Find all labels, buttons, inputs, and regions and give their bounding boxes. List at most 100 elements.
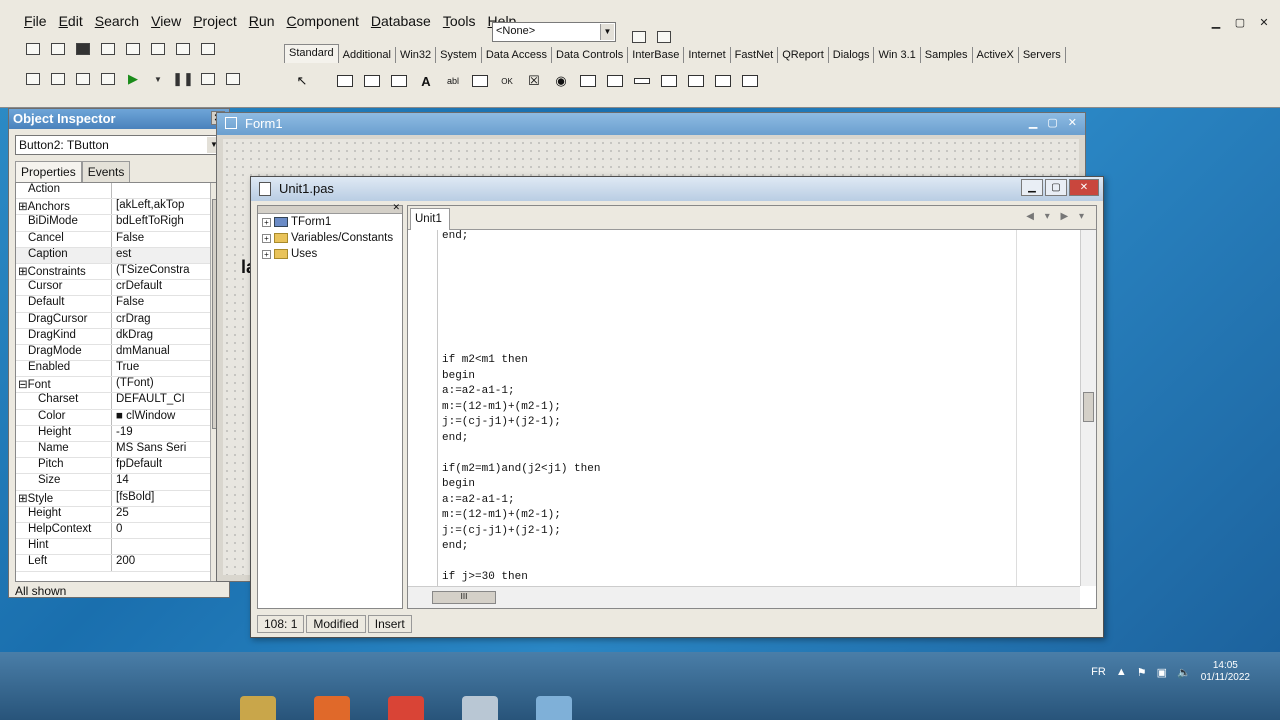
show-hidden-icons-icon[interactable]: ▲ [1116, 666, 1127, 678]
palette-tab-win31[interactable]: Win 3.1 [874, 47, 921, 63]
close-button[interactable]: ✕ [1069, 179, 1099, 196]
palette-tab-data-access[interactable]: Data Access [482, 47, 552, 63]
tab-properties[interactable]: Properties [15, 161, 82, 182]
property-value[interactable]: dkDrag [112, 329, 190, 344]
close-button[interactable]: ✕ [1068, 116, 1077, 129]
view-form-icon[interactable] [47, 68, 69, 90]
checkbox-icon[interactable]: ☒ [522, 70, 546, 92]
property-value[interactable]: (TFont) [112, 377, 190, 392]
code-line[interactable] [442, 292, 1078, 308]
view-unit-icon[interactable] [22, 68, 44, 90]
code-line[interactable]: end; [442, 230, 1078, 246]
property-value[interactable]: False [112, 296, 190, 311]
chevron-down-icon[interactable]: ▼ [600, 24, 614, 40]
property-row[interactable]: Color ■ clWindow [16, 409, 222, 426]
code-line[interactable] [442, 339, 1078, 355]
property-row[interactable]: Cancel False [16, 231, 222, 248]
pause-icon[interactable]: ❚❚ [172, 68, 194, 90]
close-icon[interactable]: ✕ [392, 202, 400, 213]
run-icon[interactable]: ▶ [122, 68, 144, 90]
code-line[interactable] [442, 277, 1078, 293]
step-over-icon[interactable] [222, 68, 244, 90]
code-line[interactable]: a:=a2-a1-1; [442, 494, 1078, 510]
new-form-icon[interactable] [97, 68, 119, 90]
property-row[interactable]: DragCursor crDrag [16, 312, 222, 329]
palette-tab-data-controls[interactable]: Data Controls [552, 47, 629, 63]
property-row[interactable]: Height 25 [16, 506, 222, 523]
property-value[interactable]: fpDefault [112, 458, 190, 473]
property-value[interactable]: 25 [112, 507, 190, 522]
property-row[interactable]: BiDiMode bdLeftToRigh [16, 215, 222, 232]
tree-item-uses[interactable]: + Uses [262, 246, 402, 262]
memo-icon[interactable] [468, 70, 492, 92]
palette-tab-qreport[interactable]: QReport [778, 47, 829, 63]
property-row[interactable]: DragMode dmManual [16, 344, 222, 362]
menu-project[interactable]: Project [187, 10, 243, 32]
clock[interactable]: 14:05 01/11/2022 [1201, 660, 1250, 684]
code-line[interactable]: if(m2=m1)and(j2<j1) then [442, 463, 1078, 479]
palette-tab-standard[interactable]: Standard [284, 44, 339, 63]
new-icon[interactable] [22, 38, 44, 60]
label-icon[interactable]: A [414, 70, 438, 92]
configuration-combo[interactable]: <None> ▼ [492, 22, 616, 42]
code-line[interactable]: end; [442, 540, 1078, 556]
popupmenu-icon[interactable] [360, 70, 384, 92]
code-line[interactable] [442, 447, 1078, 463]
property-value[interactable]: (TSizeConstra [112, 264, 190, 279]
palette-tab-activex[interactable]: ActiveX [973, 47, 1019, 63]
expand-icon[interactable]: + [262, 217, 271, 227]
code-line[interactable]: j:=(cj-j1)+(j2-1); [442, 416, 1078, 432]
menu-component[interactable]: Component [280, 10, 364, 32]
listbox-icon[interactable] [576, 70, 600, 92]
property-row[interactable]: Left 200 [16, 555, 222, 572]
chrome-icon[interactable] [388, 696, 424, 720]
add-file-icon[interactable] [147, 38, 169, 60]
palette-tab-fastnet[interactable]: FastNet [731, 47, 779, 63]
palette-tab-win32[interactable]: Win32 [396, 47, 437, 63]
open-project-icon[interactable] [122, 38, 144, 60]
minimize-button[interactable]: ▁ [1021, 179, 1043, 196]
code-line[interactable]: a:=a2-a1-1; [442, 385, 1078, 401]
code-line[interactable]: j:=(cj-j1)+(j2-1); [442, 525, 1078, 541]
maximize-button[interactable]: ▢ [1230, 16, 1250, 32]
property-row[interactable]: DragKind dkDrag [16, 328, 222, 345]
property-value[interactable]: bdLeftToRigh [112, 215, 190, 230]
expand-icon[interactable]: + [262, 249, 271, 259]
edit-icon[interactable]: abl [441, 70, 465, 92]
palette-tab-samples[interactable]: Samples [921, 47, 973, 63]
groupbox-icon[interactable] [657, 70, 681, 92]
navigation-arrows-icon[interactable]: ◀ ▾ ▶ ▾ [1026, 211, 1088, 222]
pointer-icon[interactable]: ↖ [290, 70, 314, 92]
tab-events[interactable]: Events [81, 161, 131, 182]
menu-edit[interactable]: Edit [53, 10, 89, 32]
property-value[interactable]: est [112, 248, 190, 263]
property-value[interactable]: [fsBold] [112, 491, 190, 506]
open-icon[interactable] [47, 38, 69, 60]
menu-view[interactable]: View [145, 10, 187, 32]
code-line[interactable] [442, 308, 1078, 324]
tree-item-tform1[interactable]: + TForm1 [262, 214, 402, 230]
property-value[interactable]: 14 [112, 474, 190, 489]
property-value[interactable]: -19 [112, 426, 190, 441]
volume-icon[interactable]: 🔈 [1177, 666, 1191, 679]
palette-tab-servers[interactable]: Servers [1019, 47, 1066, 63]
horizontal-scrollbar[interactable]: III [408, 586, 1080, 608]
property-row[interactable]: Charset DEFAULT_CI [16, 393, 222, 410]
property-row[interactable]: ⊞Constraints (TSizeConstra [16, 263, 222, 281]
notepad-icon[interactable] [462, 696, 498, 720]
button-icon[interactable]: OK [495, 70, 519, 92]
code-line[interactable]: begin [442, 370, 1078, 386]
panel-icon[interactable] [711, 70, 735, 92]
code-line[interactable]: m:=(12-m1)+(m2-1); [442, 401, 1078, 417]
menu-run[interactable]: Run [243, 10, 281, 32]
property-value[interactable]: False [112, 232, 190, 247]
property-value[interactable]: [akLeft,akTop [112, 199, 190, 214]
flag-icon[interactable]: ⚑ [1137, 666, 1147, 679]
property-row[interactable]: Action [16, 183, 222, 200]
firefox-icon[interactable] [314, 696, 350, 720]
radiobutton-icon[interactable]: ◉ [549, 70, 573, 92]
code-line[interactable] [442, 556, 1078, 572]
property-row[interactable]: Height -19 [16, 425, 222, 442]
tree-item-variables[interactable]: + Variables/Constants [262, 230, 402, 246]
menu-database[interactable]: Database [365, 10, 437, 32]
